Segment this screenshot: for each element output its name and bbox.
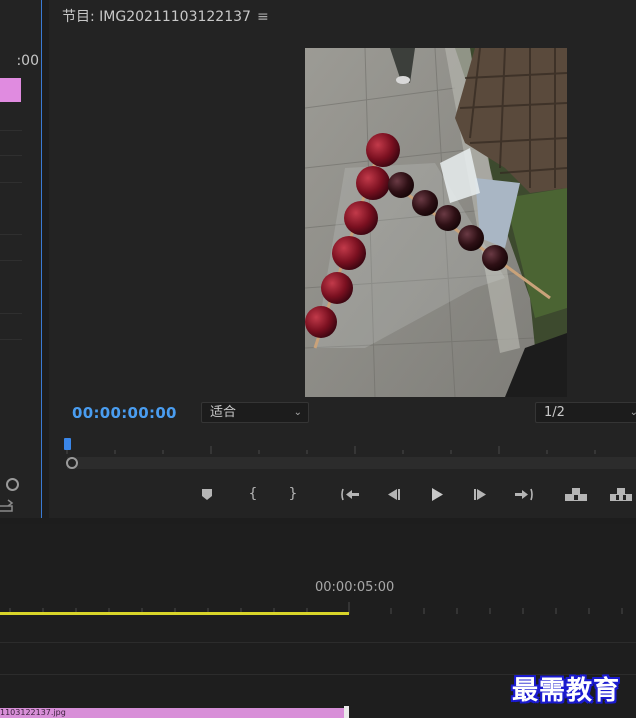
timeline-clip[interactable]: 1103122137.jpg — [0, 708, 344, 718]
track-divider — [0, 642, 636, 643]
lift-icon — [565, 488, 587, 501]
mark-out-icon: } — [288, 486, 298, 502]
source-timecode: :00 — [16, 53, 39, 69]
scrub-handle[interactable] — [66, 457, 78, 469]
play-icon — [432, 487, 443, 501]
timeline-ruler-timecode: 00:00:05:00 — [315, 580, 395, 595]
zoom-slider-handle[interactable] — [6, 478, 19, 491]
mark-in-icon: { — [248, 486, 258, 502]
program-monitor-title[interactable]: 节目: IMG20211103122137 ≡ — [62, 6, 269, 26]
export-frame-icon[interactable] — [0, 498, 16, 512]
chevron-down-icon: ⌄ — [293, 407, 302, 418]
watermark-logo: 最需教育 — [512, 676, 621, 706]
step-forward-icon — [474, 488, 486, 500]
divider — [0, 260, 22, 261]
divider — [0, 155, 22, 156]
program-title-text: 节目: IMG20211103122137 — [62, 9, 251, 25]
playhead-marker[interactable] — [64, 438, 71, 450]
divider — [0, 130, 22, 131]
lift-button[interactable] — [563, 484, 589, 504]
video-preview — [305, 48, 567, 397]
divider — [0, 339, 22, 340]
marker-icon — [202, 488, 212, 500]
time-ruler[interactable] — [65, 440, 636, 456]
zoom-fit-dropdown[interactable]: 适合 ⌄ — [201, 402, 309, 423]
mark-out-button[interactable]: } — [285, 484, 301, 504]
play-button[interactable] — [427, 484, 447, 504]
work-area-bar[interactable] — [0, 612, 349, 615]
hamburger-menu-icon[interactable]: ≡ — [257, 9, 269, 25]
clip-end-handle[interactable] — [344, 706, 349, 718]
go-to-out-button[interactable] — [511, 484, 535, 504]
resolution-value: 1/2 — [544, 405, 565, 420]
go-to-out-icon — [515, 488, 533, 500]
step-back-icon — [388, 488, 400, 500]
step-forward-button[interactable] — [471, 484, 491, 504]
clip-name: 1103122137.jpg — [0, 708, 66, 717]
playback-resolution-dropdown[interactable]: 1/2 ⌄ — [535, 402, 636, 423]
divider — [0, 234, 22, 235]
playhead-timecode[interactable]: 00:00:00:00 — [72, 404, 177, 422]
chevron-down-icon: ⌄ — [629, 407, 636, 418]
go-to-in-button[interactable] — [339, 484, 363, 504]
extract-button[interactable] — [608, 484, 634, 504]
add-marker-button[interactable] — [199, 484, 215, 504]
premiere-workspace: :00 节目: IMG20211103122137 ≡ 00:00:00:00 … — [0, 0, 636, 718]
zoom-fit-value: 适合 — [210, 405, 237, 420]
source-clip[interactable] — [0, 78, 21, 102]
step-back-button[interactable] — [383, 484, 403, 504]
divider — [0, 313, 22, 314]
divider — [0, 182, 22, 183]
extract-icon — [610, 488, 632, 501]
scrub-bar[interactable] — [67, 457, 636, 469]
go-to-in-icon — [341, 488, 359, 500]
program-monitor: 节目: IMG20211103122137 ≡ 00:00:00:00 适合 ⌄… — [49, 0, 636, 518]
source-panel: :00 — [0, 0, 42, 518]
mark-in-button[interactable]: { — [245, 484, 261, 504]
